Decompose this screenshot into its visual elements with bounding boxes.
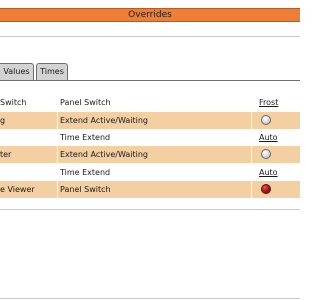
column-divider xyxy=(57,146,58,163)
row-type: Time Extend xyxy=(60,133,111,142)
row-state-cell: Auto xyxy=(252,164,300,181)
table-row: Switch Panel Switch Frost xyxy=(0,94,300,111)
row-name: ter xyxy=(0,150,12,159)
row-type: Time Extend xyxy=(60,168,111,177)
table-row: g Extend Active/Waiting xyxy=(0,112,300,129)
row-state-cell: Auto xyxy=(252,129,300,146)
state-link-frost[interactable]: Frost xyxy=(259,94,278,111)
row-name: g xyxy=(0,116,6,125)
window-title-bar: Overrides xyxy=(0,8,300,22)
tab-times[interactable]: Times xyxy=(36,63,68,80)
row-state-cell: Frost xyxy=(252,94,300,111)
tab-values[interactable]: Values xyxy=(0,63,34,80)
state-link-auto[interactable]: Auto xyxy=(259,129,278,146)
header-divider xyxy=(0,36,300,37)
status-indicator-icon xyxy=(261,184,271,194)
state-link-auto[interactable]: Auto xyxy=(259,164,278,181)
row-type: Panel Switch xyxy=(60,98,111,107)
table-row: ter Extend Active/Waiting xyxy=(0,146,300,163)
window-title: Overrides xyxy=(128,10,172,20)
row-state-cell xyxy=(252,146,300,163)
tab-baseline xyxy=(0,80,300,81)
table-row: Time Extend Auto xyxy=(0,164,300,181)
row-name xyxy=(0,129,55,146)
window-bottom-divider xyxy=(0,298,300,299)
table-bottom-divider xyxy=(0,209,300,210)
status-indicator-icon xyxy=(261,149,271,159)
row-name: e Viewer xyxy=(0,185,35,194)
row-type: Extend Active/Waiting xyxy=(60,116,149,125)
table-row: Time Extend Auto xyxy=(0,129,300,146)
column-divider xyxy=(57,112,58,129)
row-type: Extend Active/Waiting xyxy=(60,150,149,159)
tab-strip: Values Times xyxy=(0,63,300,80)
row-type: Panel Switch xyxy=(60,185,111,194)
row-state-cell xyxy=(252,181,300,198)
table-row: e Viewer Panel Switch xyxy=(0,181,300,198)
row-name xyxy=(0,164,55,181)
status-indicator-icon xyxy=(261,115,271,125)
row-state-cell xyxy=(252,112,300,129)
row-name: Switch xyxy=(0,98,27,107)
column-divider xyxy=(57,181,58,198)
